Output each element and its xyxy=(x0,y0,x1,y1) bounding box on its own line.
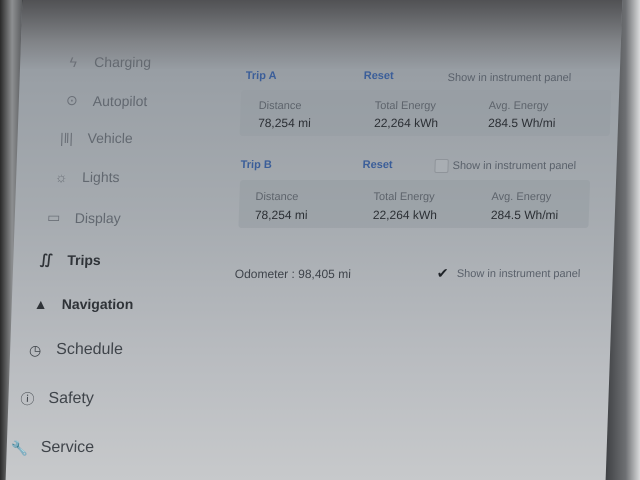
sidebar-item-service[interactable]: 🔧 Service xyxy=(10,439,95,457)
trip-a-distance-label: Distance xyxy=(258,100,302,112)
settings-sidebar: ϟ Charging ⊙ Autopilot |‖| Vehicle ☼ Lig… xyxy=(6,40,221,480)
trip-a-stats-panel: Distance 78,254 mi Total Energy 22,264 k… xyxy=(239,90,612,136)
odometer-show-label[interactable]: Show in instrument panel xyxy=(457,268,581,280)
sidebar-item-label: Trips xyxy=(67,251,102,268)
sidebar-item-label: Charging xyxy=(93,54,152,70)
trip-a-distance-value: 78,254 mi xyxy=(257,116,312,130)
trip-a-show-label[interactable]: Show in instrument panel xyxy=(447,72,571,84)
trip-a-avg-value: 284.5 Wh/mi xyxy=(487,116,556,130)
sidebar-item-label: Lights xyxy=(81,169,120,185)
trip-b-avg-value: 284.5 Wh/mi xyxy=(490,208,559,222)
sidebar-item-label: Schedule xyxy=(55,341,124,358)
sidebar-item-lights[interactable]: ☼ Lights xyxy=(52,169,120,185)
display-icon: ▭ xyxy=(46,209,61,225)
sidebar-item-charging[interactable]: ϟ Charging xyxy=(64,54,151,70)
checkmark-icon[interactable]: ✔ xyxy=(437,265,449,282)
sidebar-item-label: Autopilot xyxy=(92,92,148,109)
trip-b-show-label[interactable]: Show in instrument panel xyxy=(452,160,576,172)
sidebar-item-label: Display xyxy=(74,209,121,226)
trip-b-show-checkbox[interactable] xyxy=(434,159,449,173)
trip-a-title: Trip A xyxy=(245,70,277,82)
touchscreen: ϟ Charging ⊙ Autopilot |‖| Vehicle ☼ Lig… xyxy=(5,0,623,480)
wrench-icon: 🔧 xyxy=(10,439,29,456)
sidebar-item-safety[interactable]: ⓘ Safety xyxy=(18,389,94,409)
trip-b-stats-panel: Distance 78,254 mi Total Energy 22,264 k… xyxy=(238,180,591,228)
trip-a-reset-button[interactable]: Reset xyxy=(364,70,394,82)
safety-icon: ⓘ xyxy=(20,391,35,407)
sidebar-item-schedule[interactable]: ◷ Schedule xyxy=(26,341,123,359)
sidebar-item-autopilot[interactable]: ⊙ Autopilot xyxy=(63,92,148,109)
navigation-arrow-icon: ▲ xyxy=(33,296,48,312)
trip-b-title: Trip B xyxy=(240,159,273,171)
trip-b-energy-label: Total Energy xyxy=(373,191,435,203)
sidebar-item-trips[interactable]: ∬ Trips xyxy=(37,251,102,268)
trip-b-energy-value: 22,264 kWh xyxy=(372,208,438,222)
clock-icon: ◷ xyxy=(28,341,42,358)
trip-b-distance-label: Distance xyxy=(255,191,299,203)
steering-wheel-icon: ⊙ xyxy=(65,92,79,108)
sidebar-item-navigation[interactable]: ▲ Navigation xyxy=(31,296,134,312)
vehicle-icon: |‖| xyxy=(59,130,74,146)
trip-a-energy-value: 22,264 kWh xyxy=(373,116,439,130)
trip-b-avg-label: Avg. Energy xyxy=(491,191,552,203)
sidebar-item-display[interactable]: ▭ Display xyxy=(44,209,121,226)
trip-b-distance-value: 78,254 mi xyxy=(254,208,308,222)
trip-a-avg-label: Avg. Energy xyxy=(488,100,549,112)
trips-icon: ∬ xyxy=(39,251,54,267)
sidebar-item-label: Service xyxy=(40,439,95,456)
odometer-readout: Odometer : 98,405 mi xyxy=(234,267,352,281)
trip-b-reset-button[interactable]: Reset xyxy=(362,159,392,171)
charging-icon: ϟ xyxy=(69,54,78,70)
sun-icon: ☼ xyxy=(54,169,68,185)
trip-a-energy-label: Total Energy xyxy=(374,100,437,112)
sidebar-item-label: Safety xyxy=(48,390,95,407)
sidebar-item-vehicle[interactable]: |‖| Vehicle xyxy=(57,130,133,146)
sidebar-item-label: Vehicle xyxy=(87,130,133,146)
sidebar-item-label: Navigation xyxy=(61,296,134,312)
